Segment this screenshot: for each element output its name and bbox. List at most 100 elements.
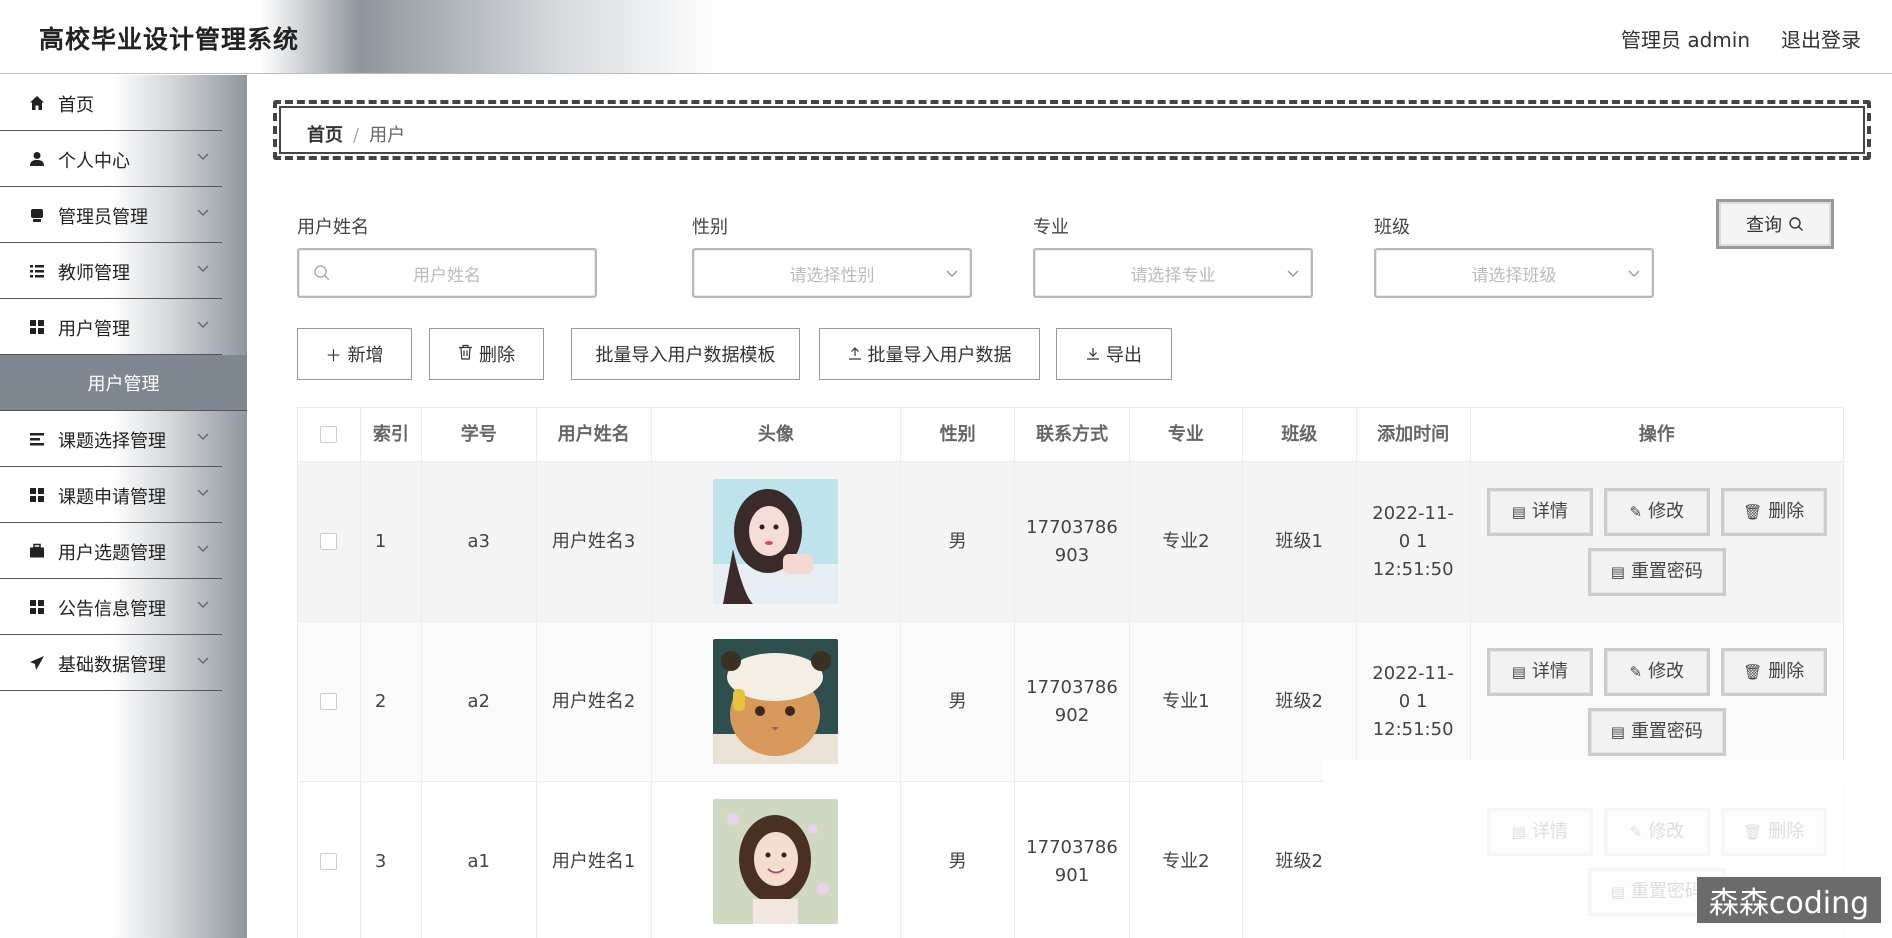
logout-link[interactable]: 退出登录	[1781, 24, 1861, 53]
table-header-row: 索引 学号 用户姓名 头像 性别 联系方式 专业 班级 添加时间 操作	[298, 408, 1843, 462]
cell-gender: 男	[901, 462, 1015, 621]
reset-password-button[interactable]: ▤ 重置密码	[1587, 547, 1726, 596]
column-header: 联系方式	[1015, 408, 1130, 461]
sidebar-subitem-user-management[interactable]: 用户管理	[0, 355, 247, 411]
detail-button-label: 详情	[1531, 500, 1568, 522]
row-delete-button-label: 删除	[1768, 500, 1805, 522]
sidebar-item-label: 个人中心	[58, 151, 130, 172]
avatar	[713, 639, 839, 764]
row-checkbox[interactable]	[320, 693, 338, 710]
sidebar-item-user-topics[interactable]: 用户选题管理	[0, 523, 222, 579]
sidebar-item-label: 首页	[58, 95, 94, 116]
app-title: 高校毕业设计管理系统	[39, 25, 300, 54]
row-actions: ▤ 详情 ✎ 修改 🗑 删除 ▤ 重置密码	[1486, 487, 1827, 596]
gender-select[interactable]: 请选择性别	[692, 248, 972, 298]
reset-password-button[interactable]: ▤ 重置密码	[1587, 707, 1726, 756]
edit-button-label: 修改	[1648, 500, 1685, 522]
sidebar-item-label: 用户选题管理	[58, 543, 166, 564]
name-search-placeholder: 用户姓名	[413, 265, 481, 286]
sidebar-item-admin[interactable]: 管理员管理	[0, 187, 222, 243]
sidebar-item-label: 课题选择管理	[58, 431, 166, 452]
cell-phone: 17703786 901	[1015, 782, 1130, 938]
edit-button[interactable]: ✎ 修改	[1603, 487, 1710, 536]
row-delete-button[interactable]: 🗑 删除	[1720, 487, 1827, 536]
column-header: 操作	[1638, 423, 1675, 445]
delete-button-label: 删除	[479, 345, 515, 366]
cell-class: 班级2	[1243, 622, 1357, 781]
breadcrumb-home[interactable]: 首页	[307, 125, 343, 146]
major-select[interactable]: 请选择专业	[1033, 248, 1313, 298]
row-checkbox[interactable]	[320, 533, 338, 550]
add-button[interactable]: ＋ 新增	[297, 328, 412, 380]
cell-index: 2	[361, 622, 422, 781]
sidebar-item-topic-application[interactable]: 课题申请管理	[0, 467, 222, 523]
detail-button[interactable]: ▤ 详情	[1486, 647, 1593, 696]
row-checkbox[interactable]	[320, 853, 338, 870]
sidebar-item-profile[interactable]: 个人中心	[0, 131, 222, 187]
edit-icon: ✎	[1629, 502, 1643, 521]
chevron-down-icon	[196, 541, 214, 559]
sidebar-item-base-data[interactable]: 基础数据管理	[0, 635, 222, 691]
edit-button-label: 修改	[1648, 660, 1685, 682]
import-template-button[interactable]: 批量导入用户数据模板	[571, 328, 800, 380]
send-icon	[28, 654, 46, 672]
bulk-import-button[interactable]: 批量导入用户数据	[819, 328, 1040, 380]
reset-password-button-label: 重置密码	[1630, 720, 1703, 742]
select-all-checkbox[interactable]	[320, 426, 338, 443]
name-filter-label: 用户姓名	[297, 217, 369, 238]
sidebar-item-announcements[interactable]: 公告信息管理	[0, 579, 222, 635]
column-header: 学号	[422, 408, 537, 461]
sidebar-item-label: 公告信息管理	[58, 599, 166, 620]
export-button[interactable]: 导出	[1056, 328, 1172, 380]
watermark: 森森coding	[1697, 877, 1881, 923]
class-select-placeholder: 请选择班级	[1471, 265, 1557, 286]
sidebar-item-home[interactable]: 首页	[0, 75, 222, 131]
top-header: 高校毕业设计管理系统 管理员 admin 退出登录	[0, 0, 1892, 74]
detail-button-label: 详情	[1531, 660, 1568, 682]
trash-icon: 🗑	[1743, 662, 1763, 681]
column-header: 性别	[901, 408, 1016, 461]
document-icon: ▤	[1610, 562, 1625, 581]
cell-student-id: a2	[422, 622, 537, 781]
sidebar-item-teachers[interactable]: 教师管理	[0, 243, 222, 299]
sidebar-item-label: 基础数据管理	[58, 655, 166, 676]
detail-button[interactable]: ▤ 详情	[1486, 487, 1593, 536]
query-button-label: 查询	[1746, 215, 1782, 236]
sidebar-item-label: 用户管理	[58, 319, 130, 340]
cell-class: 班级1	[1243, 462, 1357, 621]
avatar	[713, 799, 839, 924]
search-icon	[313, 264, 331, 282]
row-delete-button[interactable]: 🗑 删除	[1720, 647, 1827, 696]
list-icon	[28, 262, 46, 280]
grid-icon	[28, 318, 46, 336]
major-select-placeholder: 请选择专业	[1130, 265, 1216, 286]
chevron-down-icon	[196, 261, 214, 279]
export-button-label: 导出	[1106, 345, 1142, 366]
name-search-input[interactable]: 用户姓名	[297, 248, 597, 298]
reset-password-button-label: 重置密码	[1630, 560, 1703, 582]
sidebar-item-users[interactable]: 用户管理	[0, 299, 222, 355]
edit-button[interactable]: ✎ 修改	[1603, 647, 1710, 696]
breadcrumb-current: 用户	[369, 125, 406, 146]
grid-icon	[28, 486, 46, 504]
trash-icon	[458, 344, 473, 364]
grid-icon	[28, 598, 46, 616]
delete-button[interactable]: 删除	[429, 328, 544, 380]
query-button[interactable]: 查询	[1716, 199, 1834, 249]
cell-major: 专业2	[1130, 462, 1243, 621]
cell-gender: 男	[901, 782, 1015, 938]
class-select[interactable]: 请选择班级	[1374, 248, 1654, 298]
breadcrumb: 首页 / 用户	[273, 100, 1871, 160]
cell-major: 专业2	[1130, 782, 1243, 938]
chevron-down-icon	[196, 485, 214, 503]
cell-name: 用户姓名2	[537, 622, 652, 781]
chevron-down-icon	[196, 205, 214, 223]
cell-added-time: 2022-11-0 1 12:51:50	[1357, 462, 1471, 621]
chevron-down-icon	[196, 653, 214, 671]
sidebar-item-topic-selection[interactable]: 课题选择管理	[0, 411, 222, 467]
cell-student-id: a1	[422, 782, 537, 938]
admin-icon	[28, 206, 46, 224]
add-button-label: 新增	[347, 345, 384, 366]
document-icon: ▤	[1511, 502, 1526, 521]
column-header: 用户姓名	[537, 408, 652, 461]
